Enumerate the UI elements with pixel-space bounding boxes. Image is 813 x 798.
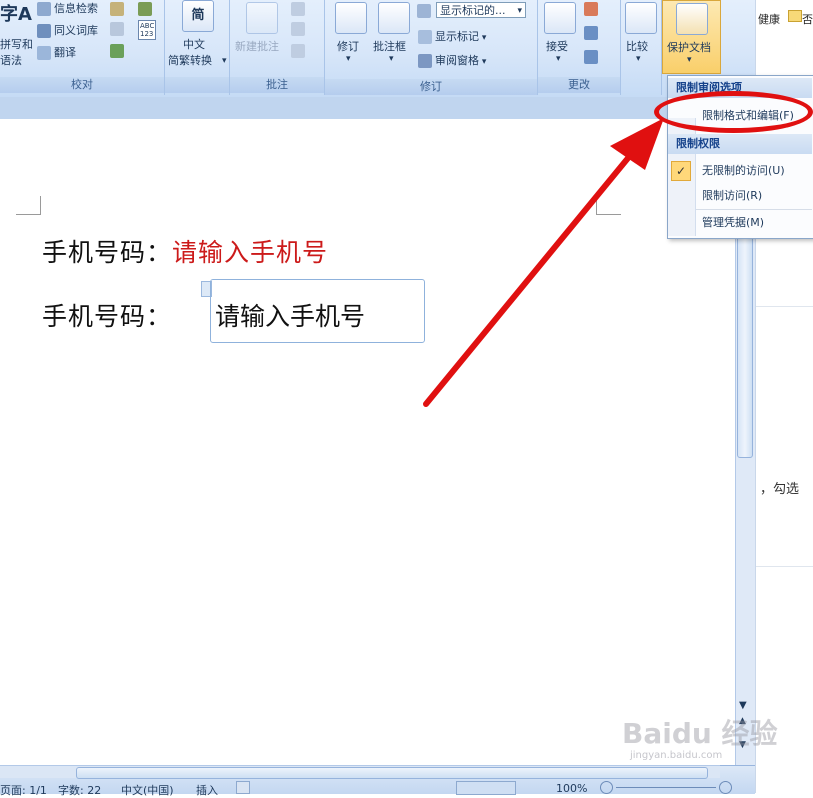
highlight-circle <box>654 91 813 133</box>
menu-section-permission: 限制权限 <box>668 134 812 154</box>
restricted-access-item[interactable]: 限制访问(R) <box>668 185 812 207</box>
watermark-url: jingyan.baidu.com <box>630 750 723 761</box>
menu-divider <box>696 209 812 210</box>
arrow-head <box>610 118 664 170</box>
check-icon: ✓ <box>671 161 691 181</box>
arrow-shaft <box>423 149 636 407</box>
manage-credentials-item[interactable]: 管理凭据(M) <box>668 212 812 234</box>
watermark-logo: Baidu 经验 <box>622 717 778 750</box>
